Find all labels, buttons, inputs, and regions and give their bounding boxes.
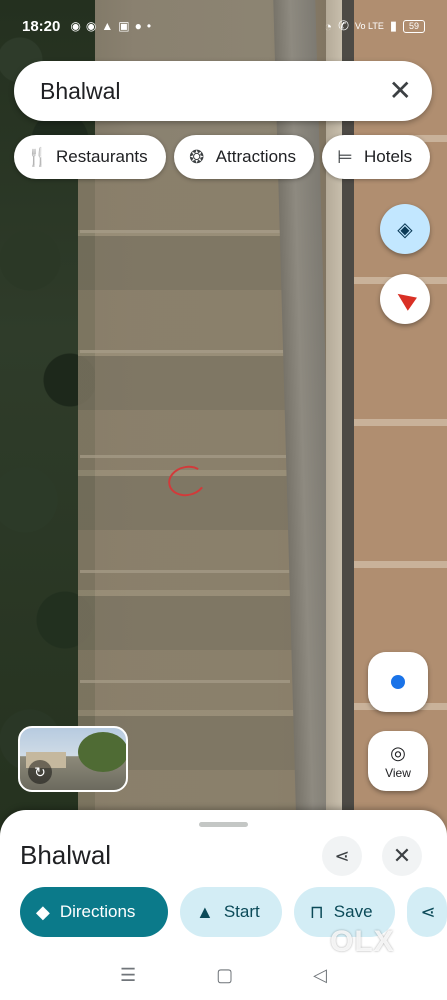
chip-attractions[interactable]: ❂ Attractions: [173, 135, 314, 179]
battery-icon: 59: [403, 19, 425, 33]
directions-button[interactable]: ◆ Directions: [20, 887, 168, 937]
dot-icon: •: [146, 19, 152, 33]
directions-icon: ◆: [36, 901, 50, 922]
whatsapp-icon: ◉: [70, 19, 81, 33]
compass-icon: [393, 287, 417, 311]
navigation-arrow-icon: ▲: [196, 901, 214, 922]
view-label: View: [385, 765, 411, 780]
bed-icon: ⊨: [337, 146, 353, 167]
plot-boundary: [80, 570, 290, 573]
notification-icons: ◉ ◉ ▲ ▣ ● •: [70, 19, 151, 33]
fork-knife-icon: 🍴: [26, 146, 49, 167]
save-label: Save: [333, 902, 373, 921]
share-icon: ⋖: [334, 845, 350, 866]
bookmark-icon: ⊓: [309, 901, 324, 922]
street-view-thumbnail[interactable]: ↻: [18, 726, 128, 792]
chip-label: Hotels: [363, 147, 413, 166]
start-button[interactable]: ▲ Start: [180, 887, 282, 937]
road-lane: [342, 0, 354, 840]
search-bar[interactable]: Bhalwal ✕: [14, 61, 432, 121]
location-dot-icon: [391, 675, 405, 689]
directions-label: Directions: [59, 902, 136, 921]
clear-search-icon[interactable]: ✕: [389, 77, 412, 105]
back-icon[interactable]: ◁: [313, 965, 327, 986]
app-icon: ●: [134, 19, 142, 33]
system-nav-bar: ☰ ▢ ◁: [0, 950, 447, 1000]
chip-label: Restaurants: [56, 147, 148, 166]
plot-boundary: [80, 350, 290, 353]
east-plots: [354, 0, 447, 840]
plot-boundary: [80, 680, 290, 683]
whatsapp-icon: ◉: [85, 19, 97, 33]
place-title: Bhalwal: [20, 840, 112, 870]
tree-image: [78, 732, 126, 772]
start-label: Start: [223, 902, 260, 921]
my-location-button[interactable]: [368, 652, 428, 712]
plot-boundary: [80, 455, 290, 458]
call-icon: ✆: [338, 18, 349, 33]
chip-restaurants[interactable]: 🍴 Restaurants: [14, 135, 166, 179]
rotate-360-icon: ↻: [28, 760, 52, 784]
satellite-map[interactable]: [0, 0, 447, 840]
chip-hotels[interactable]: ⊨ Hotels: [321, 135, 431, 179]
close-sheet-button[interactable]: ✕: [382, 836, 422, 876]
instagram-icon: ▣: [118, 19, 130, 33]
status-bar: 18:20 ◉ ◉ ▲ ▣ ● • ◔ ✆ Vo LTE ▮ 59: [0, 0, 447, 52]
share-icon: ⋖: [420, 901, 436, 922]
street-view-button[interactable]: ◎ View: [368, 731, 428, 791]
home-icon[interactable]: ▢: [216, 965, 233, 986]
chip-label: Attractions: [215, 147, 296, 166]
camera-icon: ◎: [390, 742, 406, 763]
drag-handle[interactable]: [199, 822, 248, 827]
compass-button[interactable]: [380, 274, 430, 324]
network-label: Vo LTE: [354, 21, 384, 31]
layers-icon: ◈: [397, 218, 413, 241]
wifi-icon: ◔: [324, 18, 333, 34]
category-chips: 🍴 Restaurants ❂ Attractions ⊨ Hotels: [14, 135, 431, 179]
ferris-wheel-icon: ❂: [189, 146, 205, 167]
system-icons: ◔ ✆ Vo LTE ▮ 59: [324, 18, 425, 34]
close-icon: ✕: [392, 843, 412, 868]
snapchat-icon: ▲: [101, 19, 114, 33]
plot-boundary: [80, 230, 290, 233]
search-query[interactable]: Bhalwal: [40, 78, 389, 105]
signal-icon: ▮: [389, 18, 397, 33]
layers-button[interactable]: ◈: [380, 204, 430, 254]
menu-icon[interactable]: ☰: [120, 965, 136, 986]
share-action-button[interactable]: ⋖: [406, 887, 447, 937]
status-time: 18:20: [22, 17, 61, 35]
share-button[interactable]: ⋖: [322, 836, 362, 876]
